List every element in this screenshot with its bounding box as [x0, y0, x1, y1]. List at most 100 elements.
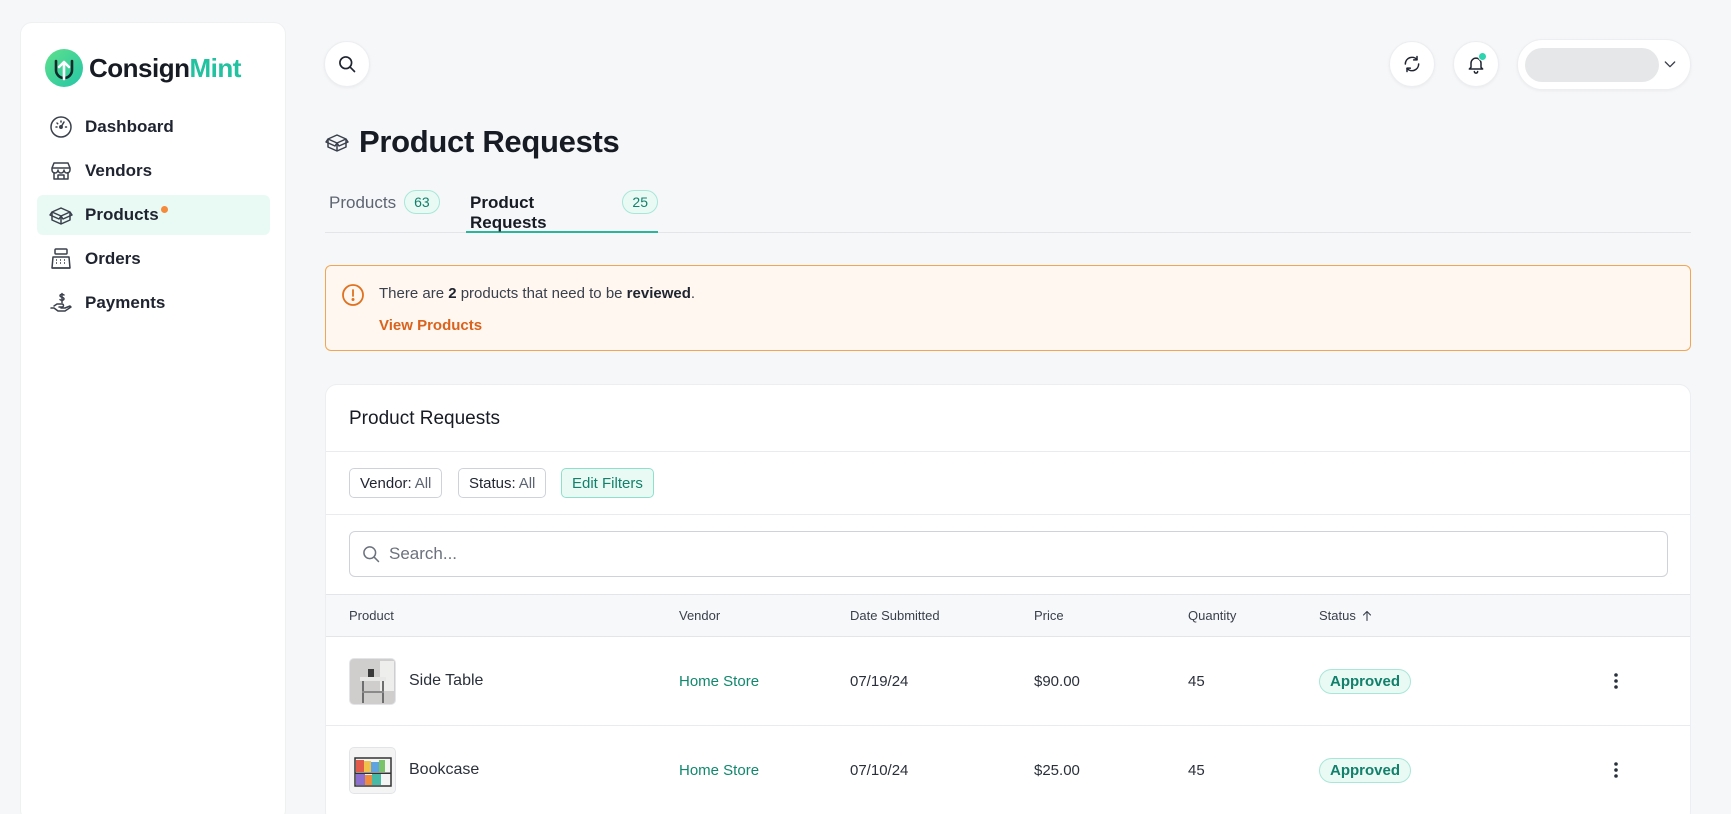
divider: [326, 451, 1690, 452]
actions-cell: [1606, 726, 1626, 814]
table-header: Product Vendor Date Submitted Price Quan…: [326, 594, 1690, 637]
alert-text-part: products that need to be: [456, 285, 627, 302]
search-icon: [339, 56, 356, 73]
alert-text-part: There are: [379, 285, 449, 302]
alert-circle-icon: [342, 284, 364, 306]
sidebar-item-label: Orders: [85, 249, 141, 268]
user-menu[interactable]: [1517, 39, 1691, 90]
kebab-menu-icon: [1614, 762, 1618, 778]
sort-ascending-icon: [1362, 610, 1371, 621]
sidebar-item-label: Products: [85, 205, 159, 224]
column-header-quantity[interactable]: Quantity: [1188, 608, 1236, 623]
sidebar-item-label: Vendors: [85, 161, 153, 180]
page-title: Product Requests: [325, 124, 620, 160]
sidebar-item-dashboard[interactable]: Dashboard: [37, 107, 270, 147]
consignmint-logo-icon: [45, 49, 83, 87]
product-cell: Bookcase: [349, 726, 479, 814]
vendor-filter[interactable]: Vendor: All: [349, 468, 443, 498]
column-header-status[interactable]: Status: [1319, 608, 1373, 623]
date-cell: 07/10/24: [850, 761, 909, 779]
user-name-placeholder: [1525, 48, 1659, 82]
product-requests-card: Product Requests Vendor: All Status: All E…: [325, 384, 1691, 814]
brand-logo[interactable]: ConsignMint: [45, 49, 241, 87]
tab-product-requests[interactable]: Product Requests 25: [466, 188, 658, 233]
table-row[interactable]: Side Table Home Store 07/19/24 $90.00 45…: [326, 637, 1690, 726]
column-header-product[interactable]: Product: [349, 608, 394, 623]
filter-key: Status:: [469, 474, 516, 492]
product-thumbnail-bookcase: [349, 746, 396, 794]
product-cell: Side Table: [349, 637, 483, 725]
product-thumbnail-side-table: [349, 657, 396, 705]
date-cell: 07/19/24: [850, 672, 909, 690]
table-row[interactable]: Bookcase Home Store 07/10/24 $25.00 45 A…: [326, 726, 1690, 814]
sidebar-item-orders[interactable]: Orders: [37, 239, 270, 279]
card-title: Product Requests: [349, 408, 501, 429]
search-field[interactable]: [349, 531, 1668, 577]
kebab-menu-icon: [1614, 673, 1618, 689]
box-icon: [48, 202, 74, 228]
search-input[interactable]: [389, 544, 1629, 564]
column-header-date-submitted[interactable]: Date Submitted: [850, 608, 940, 623]
sidebar-nav: Dashboard Vendors Products Orders Paymen…: [37, 107, 270, 327]
alert-message: There are 2 products that need to be rev…: [379, 285, 695, 302]
payment-hand-icon: [48, 290, 74, 316]
register-icon: [48, 246, 74, 272]
filter-value: All: [414, 474, 432, 492]
status-filter[interactable]: Status: All: [458, 468, 547, 498]
sidebar-item-products[interactable]: Products: [37, 195, 270, 235]
divider: [326, 514, 1690, 515]
refresh-button[interactable]: [1389, 41, 1435, 87]
sidebar-item-label: Payments: [85, 293, 166, 312]
more-actions-button[interactable]: [1606, 669, 1626, 693]
tab-label: Products: [329, 193, 397, 212]
brand-name-accent: Mint: [189, 52, 242, 83]
search-button[interactable]: [324, 41, 370, 87]
quantity-cell: 45: [1188, 672, 1205, 690]
sidebar: ConsignMint Dashboard Vendors Products O…: [20, 22, 286, 814]
dashboard-icon: [48, 114, 74, 140]
tab-label: Product Requests: [470, 193, 547, 232]
tabs: Products 63 Product Requests 25: [325, 188, 1691, 233]
page-title-text: Product Requests: [359, 124, 620, 159]
actions-cell: [1606, 637, 1626, 725]
alert-emphasis: reviewed: [626, 285, 691, 302]
refresh-icon: [1404, 55, 1420, 73]
product-name: Bookcase: [409, 761, 480, 778]
more-actions-button[interactable]: [1606, 758, 1626, 782]
notification-dot: [160, 205, 168, 213]
chevron-down-icon: [1664, 61, 1676, 68]
review-alert: There are 2 products that need to be rev…: [325, 265, 1691, 351]
column-header-price[interactable]: Price: [1034, 608, 1064, 623]
status-badge: Approved: [1319, 757, 1412, 783]
brand-name: ConsignMint: [89, 53, 241, 84]
status-badge: Approved: [1319, 668, 1412, 694]
filter-key: Vendor:: [360, 474, 412, 492]
sidebar-item-vendors[interactable]: Vendors: [37, 151, 270, 191]
tab-count-badge: 25: [622, 190, 658, 214]
product-name: Side Table: [409, 672, 484, 689]
column-header-status-label: Status: [1319, 608, 1356, 623]
column-header-vendor[interactable]: Vendor: [679, 608, 720, 623]
alert-text-part: .: [690, 285, 696, 302]
vendor-cell: Home Store: [679, 726, 759, 814]
tab-products[interactable]: Products 63: [329, 188, 447, 233]
vendor-link[interactable]: Home Store: [679, 762, 759, 779]
price-cell: $25.00: [1034, 761, 1080, 779]
sidebar-item-payments[interactable]: Payments: [37, 283, 270, 323]
filter-value: All: [518, 474, 536, 492]
sidebar-item-label: Dashboard: [85, 117, 174, 136]
status-cell: Approved: [1319, 726, 1412, 814]
alert-count: 2: [448, 285, 457, 302]
box-icon: [325, 134, 349, 152]
edit-filters-button[interactable]: Edit Filters: [561, 468, 654, 498]
quantity-cell: 45: [1188, 761, 1205, 779]
view-products-link[interactable]: View Products: [379, 317, 482, 334]
price-cell: $90.00: [1034, 672, 1080, 690]
search-icon: [363, 546, 380, 563]
brand-name-dark: Consign: [89, 52, 190, 83]
notifications-button[interactable]: [1453, 41, 1499, 87]
vendor-link[interactable]: Home Store: [679, 673, 759, 690]
store-icon: [48, 158, 74, 184]
tab-count-badge: 63: [404, 190, 440, 214]
vendor-cell: Home Store: [679, 637, 759, 725]
